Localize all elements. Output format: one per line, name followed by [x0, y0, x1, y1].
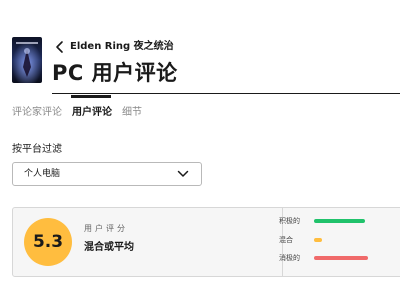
distribution-label: 积极的 [279, 217, 300, 225]
platform-filter-dropdown[interactable]: 个人电脑 [12, 162, 202, 186]
distribution-bar-mixed [314, 238, 322, 242]
tab-user-reviews[interactable]: 用户评论 [72, 105, 112, 121]
score-type-label: 用户评分 [84, 224, 128, 233]
game-cover-image [12, 37, 42, 83]
distribution-row-mixed: 混合 [279, 234, 399, 246]
review-tabs: 评论家评论 用户评论 细节 [12, 104, 152, 122]
distribution-label: 混合 [279, 236, 293, 244]
distribution-label: 消极的 [279, 254, 300, 262]
distribution-row-negative: 消极的 [279, 252, 399, 264]
active-tab-indicator [71, 95, 111, 98]
platform-filter-value: 个人电脑 [24, 169, 61, 179]
score-verdict: 混合或平均 [84, 242, 134, 253]
page-title: PC 用户评论 [52, 61, 178, 85]
distribution-bar-positive [314, 219, 365, 223]
tab-details[interactable]: 细节 [122, 105, 142, 121]
back-button[interactable] [54, 40, 66, 54]
tab-critic-reviews[interactable]: 评论家评论 [12, 105, 62, 121]
chevron-down-icon [177, 170, 189, 178]
title-divider [52, 93, 400, 94]
distribution-row-positive: 积极的 [279, 215, 399, 227]
chevron-left-icon [54, 40, 66, 54]
platform-filter-label: 按平台过滤 [12, 144, 62, 155]
distribution-bar-negative [314, 256, 368, 260]
user-score-badge: 5.3 [24, 218, 72, 266]
game-title-link[interactable]: Elden Ring 夜之统治 [70, 40, 174, 54]
